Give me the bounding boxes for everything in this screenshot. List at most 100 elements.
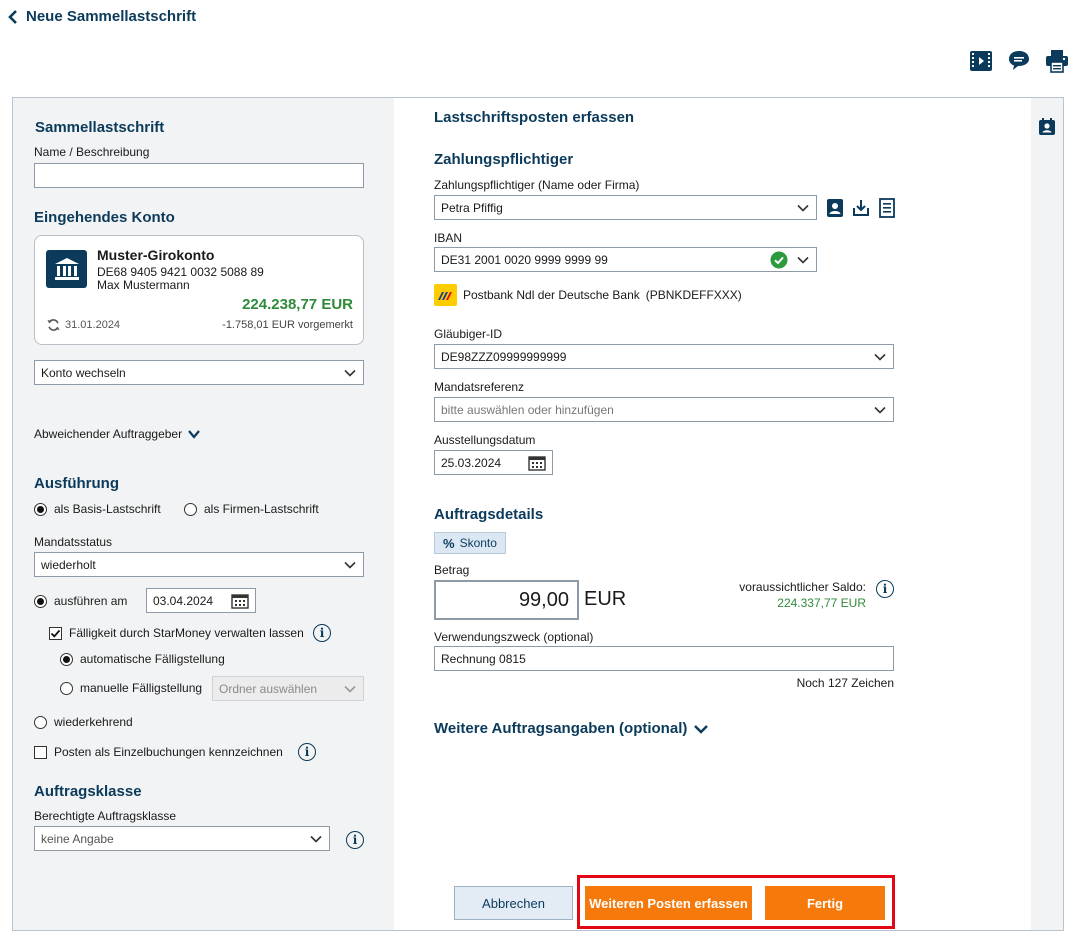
more-details-toggle[interactable]: Weitere Auftragsangaben (optional) — [434, 720, 709, 737]
mandate-status-value: wiederholt — [41, 557, 96, 572]
iban-select[interactable]: DE31 2001 0020 9999 9999 99 — [434, 247, 817, 272]
issue-date-input[interactable]: 25.03.2024 — [434, 450, 553, 475]
amount-input[interactable]: 99,00 — [434, 580, 579, 620]
iban-label: IBAN — [434, 231, 463, 245]
back-link[interactable]: Neue Sammellastschrift — [8, 8, 196, 25]
toolbar-icons — [968, 48, 1070, 74]
print-icon[interactable] — [1044, 48, 1070, 74]
section-title-details: Auftragsdetails — [434, 506, 544, 523]
info-icon[interactable]: i — [346, 831, 364, 849]
done-button[interactable]: Fertig — [765, 886, 885, 920]
radio-firmen-control[interactable] — [184, 502, 197, 516]
calendar-icon[interactable] — [231, 593, 249, 609]
auto-due-label: automatische Fälligstellung — [80, 652, 225, 666]
radio-execute-on[interactable]: ausführen am — [34, 594, 127, 608]
chevron-down-icon — [344, 685, 356, 693]
manual-due-label: manuelle Fälligstellung — [80, 681, 203, 695]
chevron-down-icon — [694, 724, 709, 734]
radio-firmen-label: als Firmen-Lastschrift — [204, 502, 319, 516]
video-icon[interactable] — [968, 48, 994, 74]
import-icon[interactable] — [852, 198, 870, 218]
account-pending: -1.758,01 EUR vorgemerkt — [222, 319, 353, 331]
chat-icon[interactable] — [1006, 48, 1032, 74]
switch-account-value: Konto wechseln — [41, 365, 126, 380]
bank-info: Postbank Ndl der Deutsche Bank (PBNKDEFF… — [434, 284, 742, 306]
bank-bic: (PBNKDEFFXXX) — [645, 288, 742, 302]
execute-date-input[interactable]: 03.04.2024 — [146, 588, 256, 613]
purpose-label: Verwendungszweck (optional) — [434, 630, 594, 644]
add-more-button[interactable]: Weiteren Posten erfassen — [585, 886, 752, 920]
cancel-button[interactable]: Abbrechen — [454, 886, 573, 920]
issue-date-label: Ausstellungsdatum — [434, 433, 536, 447]
expected-balance-label: voraussichtlicher Saldo: — [739, 580, 866, 594]
skonto-label: Skonto — [459, 536, 497, 550]
refresh-icon[interactable] — [46, 318, 61, 332]
recurring-label: wiederkehrend — [54, 715, 133, 729]
address-book-icon[interactable] — [826, 198, 844, 218]
creditor-value: DE98ZZZ09999999999 — [441, 349, 567, 364]
name-input[interactable] — [34, 163, 364, 188]
execute-on-label: ausführen am — [54, 594, 128, 608]
radio-basis-label: als Basis-Lastschrift — [54, 502, 161, 516]
payer-select[interactable]: Petra Pfiffig — [434, 195, 817, 220]
payer-actions — [826, 198, 896, 218]
payer-value: Petra Pfiffig — [441, 200, 503, 215]
mandate-select[interactable]: bitte auswählen oder hinzufügen — [434, 397, 894, 422]
section-title-sammel: Sammellastschrift — [35, 119, 165, 136]
contact-book-icon[interactable] — [1038, 118, 1056, 139]
due-manage-checkbox[interactable]: Fälligkeit durch StarMoney verwalten las… — [49, 626, 304, 640]
radio-execute-on-control[interactable] — [34, 594, 47, 608]
creditor-label: Gläubiger-ID — [434, 327, 503, 341]
mandate-placeholder: bitte auswählen oder hinzufügen — [441, 402, 614, 417]
radio-basis-control[interactable] — [34, 502, 47, 516]
expected-balance-value: 224.337,77 EUR — [777, 596, 866, 610]
radio-manual-due[interactable]: manuelle Fälligstellung — [60, 681, 202, 695]
creditor-select[interactable]: DE98ZZZ09999999999 — [434, 344, 894, 369]
single-bookings-checkbox[interactable]: Posten als Einzelbuchungen kennzeichnen — [34, 745, 283, 759]
mandate-status-select[interactable]: wiederholt — [34, 552, 364, 577]
different-payer-toggle[interactable]: Abweichender Auftraggeber — [34, 427, 201, 441]
right-sidebar — [1031, 98, 1063, 930]
chevron-down-icon — [344, 561, 356, 569]
amount-label: Betrag — [434, 563, 470, 577]
radio-recurring-control[interactable] — [34, 715, 47, 729]
radio-basis[interactable]: als Basis-Lastschrift — [34, 502, 161, 516]
switch-account-select[interactable]: Konto wechseln — [34, 360, 364, 385]
purpose-input[interactable]: Rechnung 0815 — [434, 646, 894, 671]
page-title: Neue Sammellastschrift — [26, 8, 197, 25]
more-details-label: Weitere Auftragsangaben (optional) — [434, 720, 688, 737]
folder-select[interactable]: Ordner auswählen — [212, 676, 364, 701]
class-value: keine Angabe — [41, 831, 114, 846]
bank-name: Postbank Ndl der Deutsche Bank — [463, 288, 640, 302]
single-bookings-label: Posten als Einzelbuchungen kennzeichnen — [54, 745, 283, 759]
radio-firmen[interactable]: als Firmen-Lastschrift — [184, 502, 319, 516]
info-icon[interactable]: i — [313, 624, 331, 642]
section-title-payer: Zahlungspflichtiger — [434, 151, 574, 168]
chars-left: Noch 127 Zeichen — [796, 676, 894, 690]
radio-recurring[interactable]: wiederkehrend — [34, 715, 133, 729]
mandate-status-label: Mandatsstatus — [34, 535, 113, 549]
skonto-button[interactable]: % Skonto — [434, 532, 506, 554]
account-card[interactable]: Muster-Girokonto DE68 9405 9421 0032 508… — [34, 235, 364, 345]
radio-manual-due-control[interactable] — [60, 681, 73, 695]
chevron-down-icon — [874, 353, 886, 361]
percent-icon: % — [443, 535, 455, 551]
document-icon[interactable] — [878, 198, 896, 218]
issue-date-value: 25.03.2024 — [441, 455, 502, 470]
folder-select-placeholder: Ordner auswählen — [219, 681, 318, 696]
class-select[interactable]: keine Angabe — [34, 826, 330, 851]
iban-value: DE31 2001 0020 9999 9999 99 — [441, 252, 608, 267]
info-icon[interactable]: i — [298, 743, 316, 761]
radio-auto-due[interactable]: automatische Fälligstellung — [60, 652, 225, 666]
account-balance: 224.238,77 EUR — [242, 296, 353, 313]
chevron-down-icon — [188, 430, 200, 439]
due-manage-label: Fälligkeit durch StarMoney verwalten las… — [69, 626, 304, 640]
due-manage-checkbox-control[interactable] — [49, 626, 62, 640]
calendar-icon[interactable] — [528, 455, 546, 471]
info-icon[interactable]: i — [876, 580, 894, 598]
different-payer-label: Abweichender Auftraggeber — [34, 427, 183, 441]
mandate-label: Mandatsreferenz — [434, 380, 525, 394]
single-bookings-checkbox-control[interactable] — [34, 745, 47, 759]
account-sync: 31.01.2024 — [46, 318, 120, 332]
radio-auto-due-control[interactable] — [60, 652, 73, 666]
